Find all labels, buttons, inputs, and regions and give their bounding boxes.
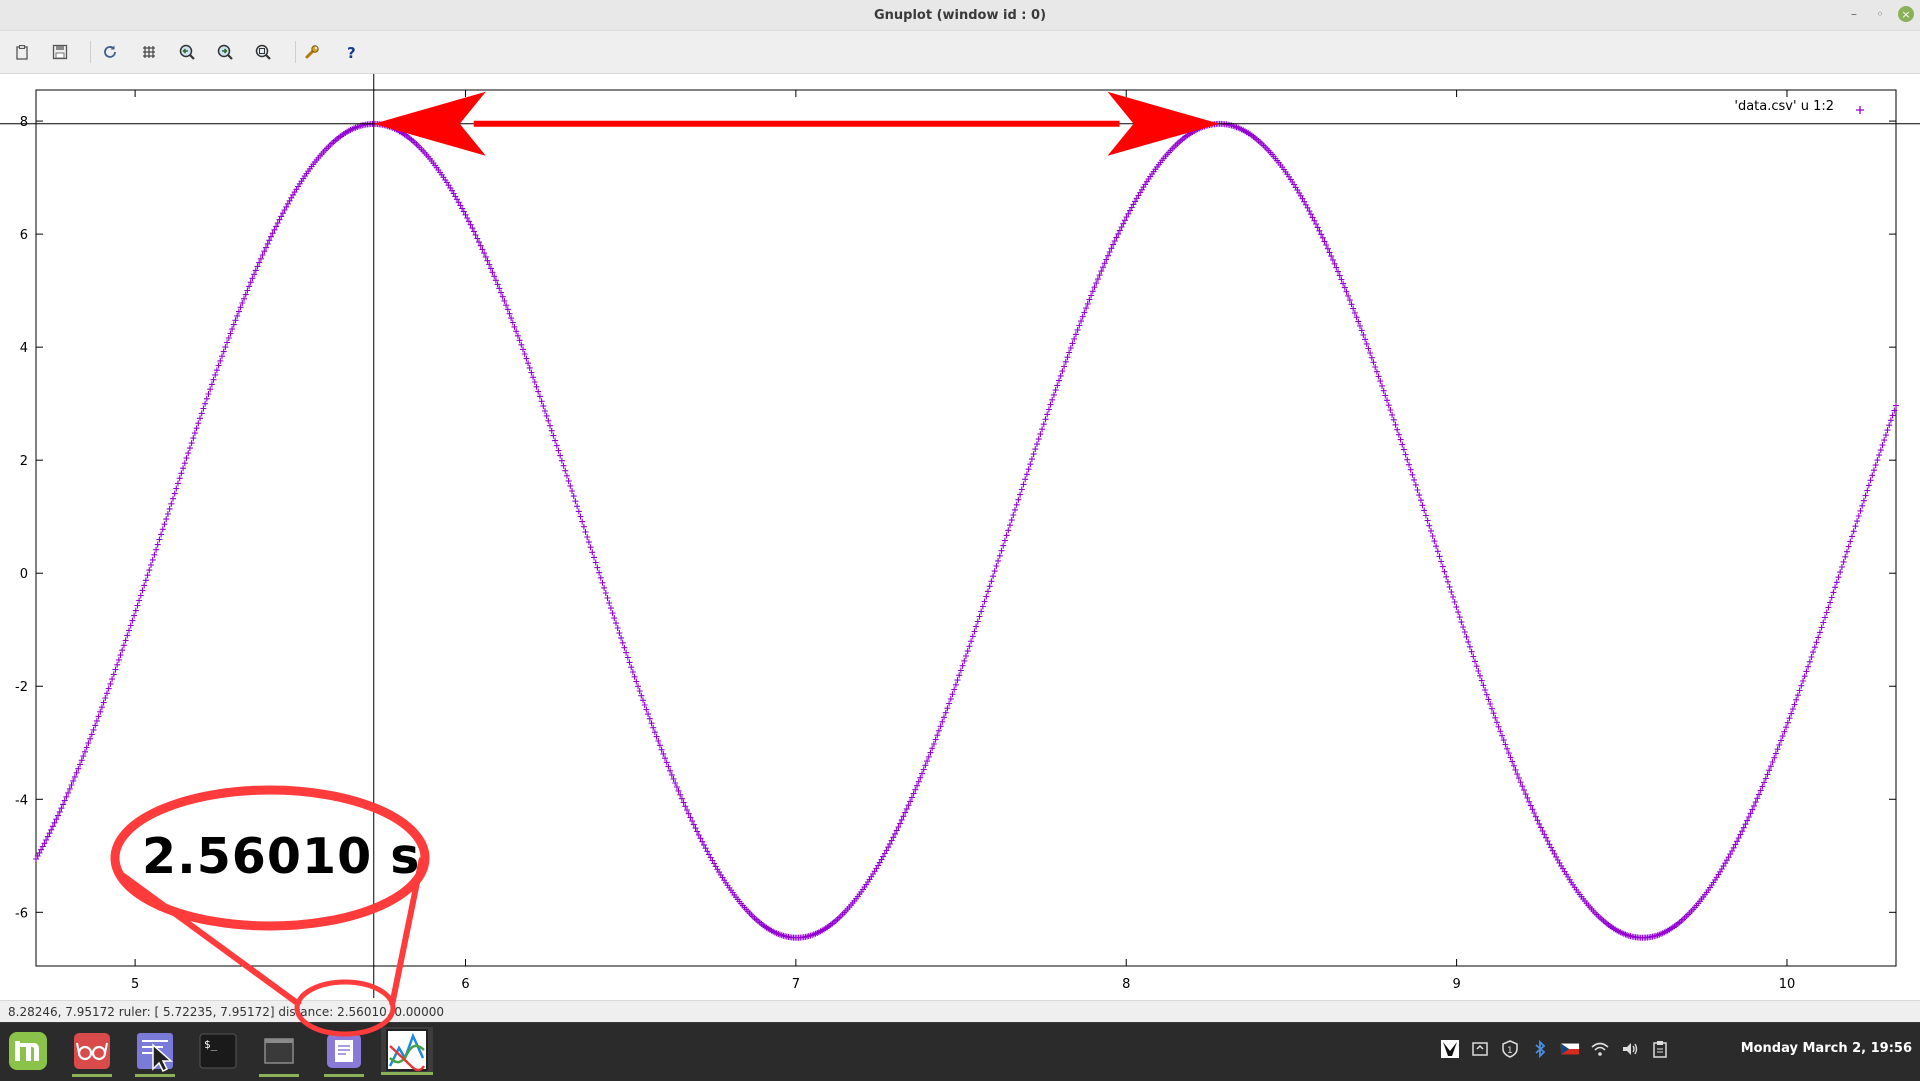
x-tick-label: 6: [461, 977, 469, 992]
volume-icon[interactable]: [1620, 1039, 1640, 1059]
legend: 'data.csv' u 1:2: [1734, 99, 1864, 114]
gnuplot-button[interactable]: [381, 1027, 433, 1075]
clock[interactable]: Monday March 2, 19:56: [1741, 1041, 1912, 1056]
glasses-icon: [74, 1033, 110, 1069]
y-tick-label: -4: [15, 793, 28, 808]
note-icon: [327, 1034, 361, 1068]
wifi-icon[interactable]: [1590, 1039, 1610, 1059]
legend-marker-symbol: [1856, 106, 1864, 114]
clipboard-tray-icon[interactable]: [1650, 1039, 1670, 1059]
status-bar: 8.28246, 7.95172 ruler: [ 5.72235, 7.951…: [0, 1000, 1920, 1022]
x-tick-label: 10: [1779, 977, 1796, 992]
annotation-label: 2.56010 s: [142, 828, 421, 885]
next-zoom-button[interactable]: [213, 40, 237, 64]
legend-label: 'data.csv' u 1:2: [1734, 99, 1834, 114]
svg-text:$_: $_: [204, 1038, 218, 1051]
mint-menu-button[interactable]: [2, 1027, 54, 1075]
y-tick-label: 2: [20, 454, 28, 469]
toolbar-separator: [295, 41, 296, 63]
zoom-next-icon: [217, 44, 233, 60]
y-tick-label: -2: [15, 680, 28, 695]
clipboard-icon: [16, 45, 28, 60]
keyboard-flag-icon[interactable]: [1560, 1039, 1580, 1059]
replot-button[interactable]: [98, 40, 122, 64]
gnuplot-icon: [386, 1028, 428, 1071]
terminal-icon: $_: [199, 1033, 237, 1069]
y-tick-label: 6: [20, 228, 28, 243]
x-tick-label: 5: [131, 977, 139, 992]
window-icon: [264, 1038, 294, 1064]
system-tray: 1: [1440, 1039, 1670, 1059]
x-tick-label: 8: [1122, 977, 1130, 992]
data-series: [33, 120, 1899, 941]
refresh-icon: [104, 45, 116, 58]
svg-text:1: 1: [1507, 1046, 1513, 1056]
save-icon: [52, 44, 68, 60]
x-tick-label: 7: [792, 977, 800, 992]
y-tick-label: 8: [20, 115, 28, 130]
close-icon[interactable]: ×: [1898, 6, 1914, 22]
data-points: [33, 120, 1899, 941]
mint-logo-icon: [9, 1032, 47, 1070]
zoom-previous-icon: [179, 44, 195, 60]
zoom-fit-icon: [255, 44, 271, 60]
y-tick-label: -6: [15, 906, 28, 921]
y-tick-label: 0: [20, 567, 28, 582]
cursor-icon: [137, 1033, 173, 1073]
y-tick-label: 4: [20, 341, 28, 356]
window-title: Gnuplot (window id : 0): [873, 7, 1047, 23]
legend-marker: [1856, 106, 1864, 114]
app-tray-icon[interactable]: [1440, 1039, 1460, 1059]
window-controls: – ◦ ×: [1846, 6, 1914, 22]
previous-zoom-button[interactable]: [175, 40, 199, 64]
settings-button[interactable]: [300, 40, 324, 64]
help-icon: ?: [347, 44, 356, 60]
export-button[interactable]: [48, 40, 72, 64]
title-bar: Gnuplot (window id : 0) – ◦ ×: [0, 0, 1920, 31]
shield-icon[interactable]: 1: [1500, 1039, 1520, 1059]
maximize-icon[interactable]: ◦: [1872, 6, 1888, 22]
reading-app-button[interactable]: [66, 1027, 118, 1077]
copy-clipboard-button[interactable]: [10, 40, 34, 64]
help-button[interactable]: ?: [339, 40, 363, 64]
grid-button[interactable]: [137, 40, 161, 64]
toolbar: ?: [0, 31, 1920, 74]
bluetooth-icon[interactable]: [1530, 1039, 1550, 1059]
x-tick-label: 9: [1452, 977, 1460, 992]
update-icon[interactable]: [1470, 1039, 1490, 1059]
minimize-icon[interactable]: –: [1846, 6, 1862, 22]
toolbar-separator: [90, 41, 91, 63]
taskbar: $_ 1 Monday March 2, 19:56: [0, 1022, 1920, 1081]
terminal-button[interactable]: $_: [192, 1027, 244, 1075]
grid-icon: [143, 46, 155, 58]
autoscale-button[interactable]: [251, 40, 275, 64]
svg-text:?: ?: [347, 44, 356, 60]
wrench-icon: [305, 45, 319, 59]
window-button[interactable]: [253, 1027, 305, 1077]
pointer-app-button[interactable]: [129, 1027, 181, 1077]
notes-button[interactable]: [318, 1027, 370, 1077]
